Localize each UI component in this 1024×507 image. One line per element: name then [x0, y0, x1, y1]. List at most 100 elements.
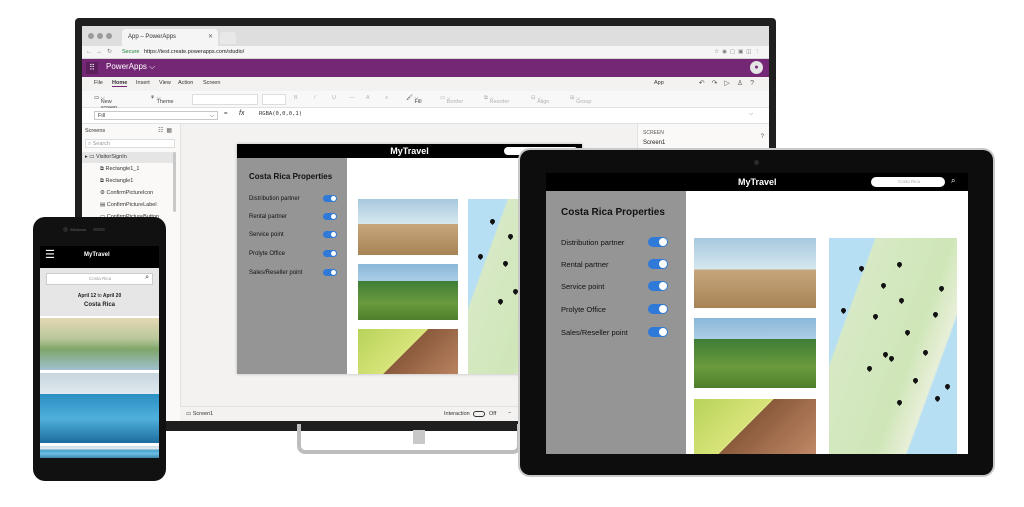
formula-input[interactable]: RGBA(0,0,0,1) [259, 111, 302, 117]
map-pin[interactable] [511, 287, 520, 296]
map-pin[interactable] [903, 328, 912, 337]
map-pin[interactable] [911, 376, 920, 385]
menu-app[interactable]: App [654, 80, 664, 86]
app-launcher-icon[interactable]: ⠿ [86, 62, 98, 74]
panel-view-icons[interactable]: ☷▦ [158, 127, 175, 134]
tablet-photo-deck[interactable] [694, 238, 816, 308]
toggle-rental-partner[interactable] [323, 213, 337, 220]
map-pin[interactable] [476, 252, 485, 261]
map-pin[interactable] [496, 297, 505, 306]
map-pin[interactable] [895, 260, 904, 269]
group-button[interactable]: ⊞ Group ⌵ [570, 95, 591, 105]
close-tab-icon[interactable]: ✕ [208, 29, 213, 46]
property-photo-deck[interactable] [358, 199, 458, 255]
font-color-icon[interactable]: A [366, 95, 370, 101]
underline-icon[interactable]: U [332, 95, 336, 101]
window-minimize-dot[interactable] [97, 33, 103, 39]
reorder-button[interactable]: ⧉ Reorder ⌵ [484, 95, 509, 105]
menu-screen[interactable]: Screen [203, 80, 220, 86]
reload-icon[interactable]: ↻ [107, 46, 112, 58]
bold-icon[interactable]: B [294, 95, 298, 101]
tablet-toggle-distribution-partner[interactable] [648, 237, 668, 247]
window-maximize-dot[interactable] [106, 33, 112, 39]
studio-action-icons[interactable]: ↶↷▷♙? [699, 79, 761, 87]
screens-search-input[interactable]: ⌕ Search [85, 139, 175, 148]
zoom-out-icon[interactable]: − [508, 410, 511, 416]
map-pin[interactable] [943, 382, 952, 391]
map-pin[interactable] [865, 364, 874, 373]
powerapps-brand[interactable]: PowerApps ⌵ [106, 62, 155, 72]
help-icon[interactable]: ? [761, 134, 764, 140]
phone-search-input[interactable]: Costa Rica ⌕ [46, 273, 153, 285]
tablet-toggle-prolyte-office[interactable] [648, 304, 668, 314]
theme-button[interactable]: ⚘ Theme ⌵ [150, 95, 174, 105]
menu-home[interactable]: Home [112, 80, 128, 87]
map-pin[interactable] [488, 217, 497, 226]
tablet-search-input[interactable]: Costa Rica [871, 177, 945, 187]
status-screen-selector[interactable]: ▭ Screen1 [186, 411, 213, 417]
browser-tab[interactable]: App – PowerApps ✕ [122, 29, 218, 46]
tablet-toggle-service-point[interactable] [648, 281, 668, 291]
map-pin[interactable] [931, 310, 940, 319]
map-pin[interactable] [937, 284, 946, 293]
tablet-toggle-rental-partner[interactable] [648, 259, 668, 269]
map-pin[interactable] [933, 394, 942, 403]
property-photo-bungalow[interactable] [358, 264, 458, 320]
fill-button[interactable]: 🖌 Fill ⌵ [406, 95, 422, 105]
tree-item-confirmpictureicon[interactable]: ⚙ ConfirmPictureIcon [82, 188, 176, 199]
font-dropdown[interactable] [192, 94, 258, 105]
tablet-photo-room[interactable] [694, 399, 816, 454]
map-pin[interactable] [871, 312, 880, 321]
map-pin[interactable] [895, 398, 904, 407]
address-bar[interactable]: ← → ↻ Secure https://test.create.powerap… [82, 46, 769, 59]
tree-item-rectangle1[interactable]: ⧉ Rectangle1 [82, 176, 176, 187]
property-photo-room[interactable] [358, 329, 458, 374]
tree-scrollbar[interactable] [173, 152, 176, 212]
tablet-costa-rica-map[interactable] [829, 238, 957, 454]
tablet-photo-bungalow[interactable] [694, 318, 816, 388]
phone-photo-coast[interactable] [40, 318, 159, 370]
map-pin[interactable] [857, 264, 866, 273]
align-button[interactable]: ⊟ Align ⌵ [531, 95, 549, 105]
property-dropdown[interactable]: Fill ⌵ [94, 111, 218, 120]
back-arrow-icon[interactable]: ← [86, 46, 92, 58]
new-screen-button[interactable]: ▭ New screen ⌵ [94, 95, 117, 111]
expand-formula-icon[interactable]: ⌵ [749, 111, 753, 117]
toggle-distribution-partner[interactable] [323, 195, 337, 202]
url-text[interactable]: https://test.create.powerapps.com/studio… [144, 46, 244, 58]
tree-item-visitorsignin[interactable]: ▸ ▭ VisitorSignIn [82, 152, 176, 163]
menu-file[interactable]: File [94, 80, 103, 86]
map-pin[interactable] [879, 281, 888, 290]
phone-photo-next[interactable] [40, 446, 159, 458]
italic-icon[interactable]: / [314, 95, 316, 101]
interaction-toggle[interactable] [473, 411, 485, 417]
map-pin[interactable] [506, 232, 515, 241]
border-button[interactable]: ▭ Border ⌵ [440, 95, 463, 105]
search-icon[interactable]: ⌕ [145, 274, 149, 282]
forward-arrow-icon[interactable]: → [96, 46, 102, 58]
window-close-dot[interactable] [88, 33, 94, 39]
map-pin[interactable] [921, 348, 930, 357]
toggle-prolyte-office[interactable] [323, 250, 337, 257]
align-text-icon[interactable]: ≡ [385, 95, 388, 101]
toggle-sales-reseller[interactable] [323, 269, 337, 276]
search-icon[interactable]: ⌕ [951, 176, 955, 186]
hamburger-menu-icon[interactable]: ☰ [45, 250, 55, 261]
map-pin[interactable] [897, 296, 906, 305]
menu-action[interactable]: Action [178, 80, 193, 86]
map-pin[interactable] [887, 354, 896, 363]
phone-photo-pool[interactable] [40, 373, 159, 443]
menu-view[interactable]: View [159, 80, 171, 86]
tree-item-confirmpicturelabel[interactable]: ▤ ConfirmPictureLabel [82, 200, 176, 211]
menu-insert[interactable]: Insert [136, 80, 150, 86]
toggle-service-point[interactable] [323, 231, 337, 238]
map-pin[interactable] [839, 306, 848, 315]
new-tab-button[interactable] [220, 32, 236, 44]
map-pin[interactable] [501, 259, 510, 268]
browser-extension-icons[interactable]: ☆◉▢▣◫⋮ [714, 46, 763, 58]
tree-item-rectangle1-1[interactable]: ⧉ Rectangle1_1 [82, 164, 176, 175]
user-avatar[interactable]: ● [750, 61, 763, 74]
strikethrough-icon[interactable]: — [349, 95, 355, 101]
font-size-dropdown[interactable] [262, 94, 286, 105]
tablet-toggle-sales-reseller[interactable] [648, 327, 668, 337]
